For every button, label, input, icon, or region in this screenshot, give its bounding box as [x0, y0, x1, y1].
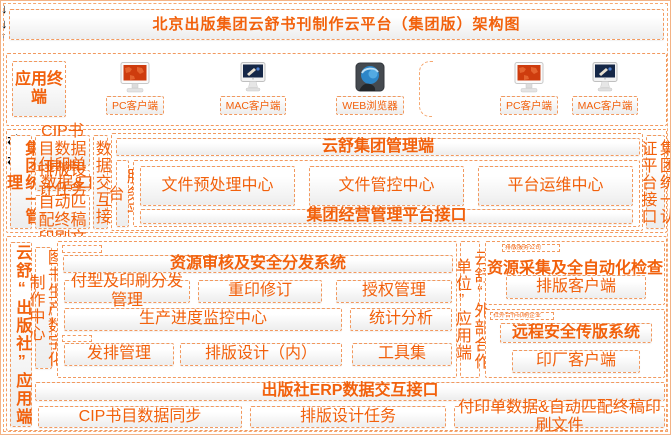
box-typeset-internal: 排版设计（内）	[180, 343, 342, 366]
box-toolset: 工具集	[352, 343, 452, 366]
group-auth-interface: 集团统一认证平台接口	[646, 135, 665, 229]
terminal-label: MAC客户端	[220, 96, 287, 115]
group-manage-header: 云舒集团管理端	[116, 138, 640, 156]
page-title: 北京出版集团云舒书刊制作云平台（集团版）架构图	[9, 9, 664, 40]
box-dispatch-manage: 发排管理	[64, 343, 174, 366]
terminal-pc-1: PC客户端	[92, 62, 178, 115]
terminal-web: WEB浏览器	[327, 62, 413, 115]
typeset-company-tab: 排版服务公司	[502, 244, 560, 252]
erp-item-typeset-task: 排版设计任务	[250, 406, 446, 428]
external-typeset-box: 排版服务公司 资源采集及全自动化检查系统 排版客户端	[485, 241, 665, 305]
pc-monitor-icon	[509, 62, 549, 94]
erp-item-cip-sync: CIP书目数据同步	[38, 406, 242, 428]
terminal-label: WEB浏览器	[336, 96, 403, 115]
review-system-header: 资源审核及安全分发系统	[63, 255, 453, 273]
terminal-pc-2: PC客户端	[486, 62, 572, 115]
print-enterprise-tab: 社外合作印刷企业	[490, 312, 554, 320]
mac-monitor-icon	[585, 62, 625, 94]
group-band: 集团统一管理 CIP书目数据同步 排版设计任务 付印单数据&自动匹配终稿印刷文件…	[6, 129, 667, 233]
external-print-box: 社外合作印刷企业 远程安全传版系统 印厂客户端	[485, 309, 665, 378]
box-statistics: 统计分析	[350, 308, 452, 331]
small-tab	[62, 335, 92, 342]
service-platform-label: 服务平台	[116, 160, 129, 227]
printshop-client-box: 印厂客户端	[512, 350, 640, 373]
typeset-client-box: 排版客户端	[506, 275, 646, 299]
production-center-label: 图书生产数字化制作中心	[35, 247, 52, 369]
terminal-mac-1: MAC客户端	[210, 62, 296, 115]
external-group-bracket	[419, 61, 433, 117]
terminal-mac-2: MAC客户端	[562, 62, 648, 115]
review-system-box: 资源审核及安全分发系统 付型及印刷分发管理 重印修订 授权管理 生产进度监控中心…	[57, 241, 457, 378]
terminal-label: PC客户端	[500, 96, 558, 115]
group-biz-interface: 集团经营管理平台接口	[140, 209, 633, 224]
group-centers-box: 文件预处理中心 文件管控中心 平台运维中心 集团经营管理平台接口	[133, 160, 640, 227]
box-reprint-revision: 重印修订	[198, 280, 322, 303]
center-file-control: 文件管控中心	[309, 166, 464, 206]
small-tab	[62, 245, 102, 253]
box-progress-monitor: 生产进度监控中心	[64, 308, 342, 331]
terminals-band: 应用终端 PC客户端 MAC客户端	[6, 53, 667, 126]
mac-monitor-icon	[233, 62, 273, 94]
remote-transfer-header: 远程安全传版系统	[500, 323, 652, 343]
group-side-label: 集团统一管理	[10, 135, 32, 229]
box-authorization: 授权管理	[336, 280, 452, 303]
architecture-diagram: 北京出版集团云舒书刊制作云平台（集团版）架构图 应用终端 PC客户端	[0, 0, 671, 435]
group-manage-box: 云舒集团管理端 服务平台 文件预处理中心 文件管控中心 平台运维中心 集团经营管…	[111, 133, 643, 231]
centers-row: 文件预处理中心 文件管控中心 平台运维中心	[140, 166, 633, 206]
publisher-band: 云舒“出版社”应用端 图书生产数字化制作中心 资源审核及安全分发系统 付型及印刷…	[6, 236, 667, 431]
web-browser-icon	[353, 62, 387, 94]
pc-monitor-icon	[115, 62, 155, 94]
external-side-label: 云舒“外部合作单位”应用端	[460, 241, 480, 378]
box-print-distribution: 付型及印刷分发管理	[64, 280, 190, 303]
center-platform-ops: 平台运维中心	[478, 166, 633, 206]
erp-item-print-order: 付印单数据&自动匹配终稿印刷文件	[454, 406, 665, 428]
terminal-label: MAC客户端	[572, 96, 639, 115]
center-file-preprocess: 文件预处理中心	[140, 166, 295, 206]
terminal-label: PC客户端	[106, 96, 164, 115]
terminals-label: 应用终端	[12, 61, 66, 117]
